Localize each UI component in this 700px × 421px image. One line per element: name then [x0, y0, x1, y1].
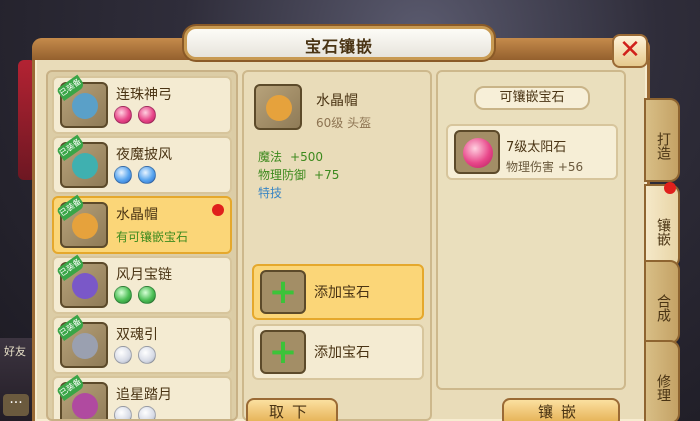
equipment-thumbnail: 已装备 [56, 74, 108, 128]
helmet-icon [254, 84, 302, 130]
gem-slots [114, 286, 156, 304]
sun-stone-icon [454, 130, 500, 174]
green-gem-icon [138, 286, 156, 304]
white-gem-icon [138, 406, 156, 419]
green-gem-icon [114, 286, 132, 304]
inlay-button[interactable]: 镶嵌 [502, 398, 620, 421]
item-name: 双魂引 [116, 327, 158, 343]
white-gem-icon [114, 406, 132, 419]
gem-name: 7级太阳石 [506, 140, 567, 155]
available-gems-panel: 可镶嵌宝石 7级太阳石 物理伤害 +56 [436, 70, 626, 390]
tab-forge[interactable]: 打造 [644, 98, 680, 182]
stat-row: 魔法 +500 [258, 148, 323, 165]
gem-option[interactable]: 7级太阳石 物理伤害 +56 [446, 124, 618, 180]
gem-slots [114, 406, 156, 419]
chat-sidebar: 好友 ··· [0, 338, 36, 421]
list-item[interactable]: 已装备 追星踏月 [52, 374, 232, 419]
item-name: 追星踏月 [116, 387, 172, 403]
stat-value: +75 [314, 168, 340, 182]
equipment-thumbnail: 已装备 [56, 254, 108, 308]
item-name: 风月宝链 [116, 267, 172, 283]
plus-icon: + [260, 330, 306, 374]
add-gem-slot[interactable]: + 添加宝石 [252, 324, 424, 380]
notification-dot [212, 204, 224, 216]
equipment-thumbnail: 已装备 [56, 134, 108, 188]
available-gems-header: 可镶嵌宝石 [474, 86, 590, 110]
remove-button[interactable]: 取下 [246, 398, 338, 421]
item-name: 夜魔披风 [116, 147, 172, 163]
boots-icon [72, 393, 98, 419]
add-gem-label: 添加宝石 [314, 345, 370, 361]
list-item[interactable]: 已装备 连珠神弓 [52, 74, 232, 134]
bracer-icon [72, 333, 98, 359]
equipment-thumbnail: 已装备 [56, 314, 108, 368]
equipment-thumbnail: 已装备 [56, 374, 108, 419]
tab-combine[interactable]: 合成 [644, 260, 680, 344]
equipment-thumbnail: 已装备 [56, 194, 108, 248]
item-detail-panel: 水晶帽 60级 头盔 魔法 +500 物理防御 +75 特技 + 添加宝石 + 添加… [242, 70, 432, 421]
white-gem-icon [114, 346, 132, 364]
white-gem-icon [138, 346, 156, 364]
notification-dot [664, 182, 676, 194]
chat-icon[interactable]: ··· [3, 394, 29, 416]
helmet-icon [72, 213, 98, 239]
add-gem-label: 添加宝石 [314, 285, 370, 301]
stat-value: +500 [290, 150, 323, 164]
gem-slots [114, 106, 156, 124]
bow-icon [72, 93, 98, 119]
list-item[interactable]: 已装备 夜魔披风 [52, 134, 232, 194]
inlay-available-text: 有可镶嵌宝石 [116, 230, 189, 244]
blue-gem-icon [138, 166, 156, 184]
panel-title: 宝石镶嵌 [304, 37, 373, 56]
tab-inlay-label: 镶嵌 [655, 218, 671, 246]
red-gem-icon [114, 106, 132, 124]
item-name: 连珠神弓 [116, 87, 172, 103]
gem-slots [114, 346, 156, 364]
stat-label: 魔法 [258, 150, 283, 164]
detail-item-level: 60级 头盔 [316, 116, 372, 130]
list-item-selected[interactable]: 已装备 水晶帽 有可镶嵌宝石 [52, 194, 232, 254]
red-gem-icon [138, 106, 156, 124]
tab-inlay[interactable]: 镶嵌 [644, 182, 680, 268]
special-skill-link[interactable]: 特技 [258, 184, 282, 201]
item-name: 水晶帽 [116, 207, 158, 223]
list-item[interactable]: 已装备 风月宝链 [52, 254, 232, 314]
necklace-icon [72, 273, 98, 299]
stat-label: 物理防御 [258, 168, 307, 182]
title-plate: 宝石镶嵌 [184, 26, 494, 60]
gem-stat: 物理伤害 +56 [506, 160, 584, 174]
equipment-list[interactable]: 已装备 连珠神弓 已装备 夜魔披风 已装备 水晶帽 有可镶嵌宝石 已装备 风月宝… [46, 70, 238, 421]
blue-gem-icon [114, 166, 132, 184]
add-gem-slot[interactable]: + 添加宝石 [252, 264, 424, 320]
plus-icon: + [260, 270, 306, 314]
gem-ball [463, 138, 493, 168]
list-item[interactable]: 已装备 双魂引 [52, 314, 232, 374]
friends-label[interactable]: 好友 [4, 343, 26, 359]
stat-row: 物理防御 +75 [258, 166, 339, 183]
tab-repair[interactable]: 修理 [644, 340, 680, 421]
helmet-icon-shape [266, 95, 292, 121]
cloak-icon [72, 153, 98, 179]
gem-slots [114, 166, 156, 184]
close-button[interactable]: ✕ [612, 34, 648, 68]
detail-item-name: 水晶帽 [316, 93, 358, 109]
